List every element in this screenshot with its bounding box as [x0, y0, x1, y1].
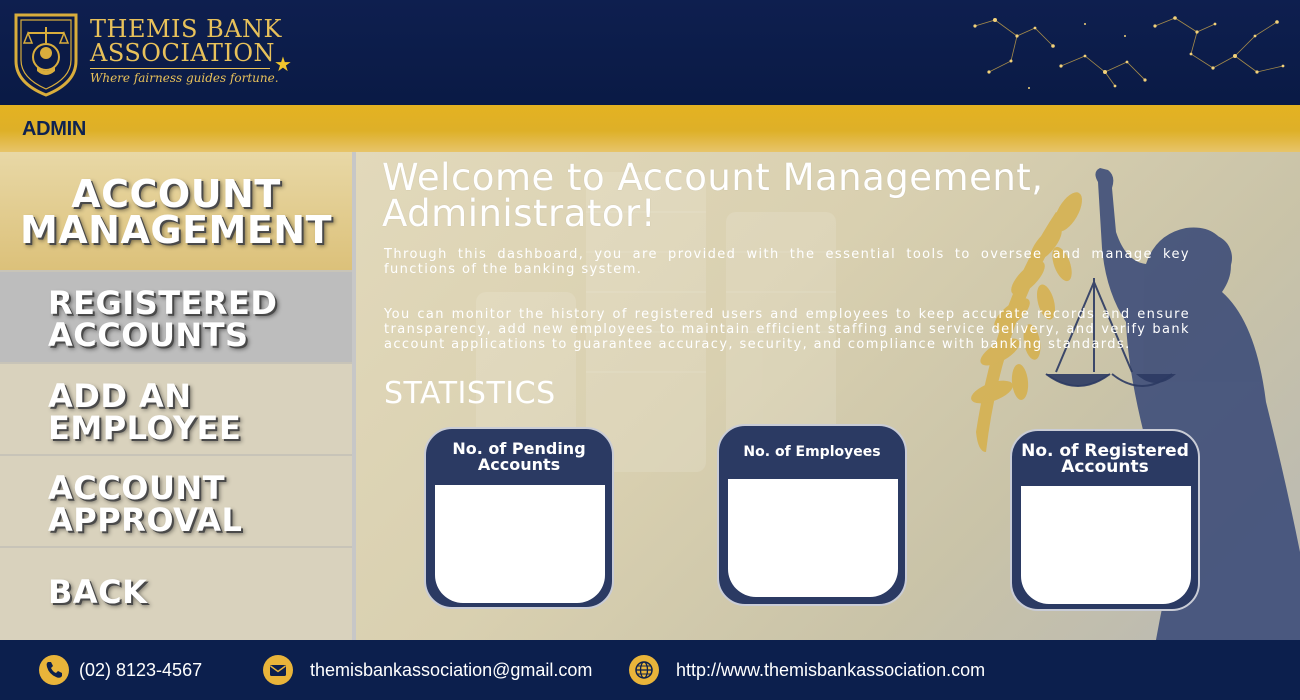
intro-paragraph: Through this dashboard, you are provided… [384, 247, 1190, 277]
main-content: Welcome to Account Management, Administr… [356, 152, 1300, 640]
constellation-icon [973, 16, 1285, 89]
stat-card-title: No. of Pending Accounts [452, 439, 586, 474]
sidebar-item-label: ACCOUNT MANAGEMENT [19, 172, 333, 252]
sidebar-item-back[interactable]: BACK [0, 548, 352, 640]
sidebar-item-registered-accounts[interactable]: REGISTERED ACCOUNTS [0, 272, 352, 364]
intro-paragraph: You can monitor the history of registere… [384, 307, 1190, 352]
stat-card-value [728, 479, 898, 597]
stat-card-pending-accounts: No. of Pending Accounts [424, 427, 614, 609]
header: THEMIS BANK ASSOCIATION Where fairness g… [0, 0, 1300, 105]
sidebar-item-add-employee[interactable]: ADD AN EMPLOYEE [0, 364, 352, 456]
footer: (02) 8123-4567 themisbankassociation@gma… [0, 640, 1300, 700]
globe-icon [629, 655, 659, 685]
sidebar: ACCOUNT MANAGEMENT REGISTERED ACCOUNTS A… [0, 152, 352, 640]
page-title: Welcome to Account Management, Administr… [382, 156, 1044, 235]
stat-card-value [435, 485, 605, 603]
phone-icon [39, 655, 69, 685]
contact-email[interactable]: themisbankassociation@gmail.com [310, 660, 592, 680]
mail-icon [263, 655, 293, 685]
sidebar-item-account-management[interactable]: ACCOUNT MANAGEMENT [0, 152, 352, 272]
role-label: ADMIN [22, 118, 87, 140]
stat-card-employees: No. of Employees [717, 424, 907, 606]
contact-phone: (02) 8123-4567 [79, 660, 203, 680]
brand-divider [90, 68, 270, 69]
sidebar-item-label: REGISTERED ACCOUNTS [48, 284, 278, 354]
stat-card-registered-accounts: No. of Registered Accounts [1010, 429, 1200, 611]
sidebar-item-label: ACCOUNT APPROVAL [48, 469, 243, 539]
stat-card-title: No. of Registered Accounts [1021, 441, 1189, 477]
sidebar-item-label: BACK [48, 573, 148, 611]
section-heading: STATISTICS [384, 376, 556, 411]
star-icon: ★ [274, 52, 292, 76]
stat-card-title: No. of Employees [743, 444, 881, 460]
brand-tagline: Where fairness guides fortune. [90, 71, 279, 85]
sidebar-item-account-approval[interactable]: ACCOUNT APPROVAL [0, 456, 352, 548]
brand-name-line2: ASSOCIATION [90, 39, 275, 67]
justice-badge-icon [14, 13, 78, 97]
contact-website[interactable]: http://www.themisbankassociation.com [676, 660, 985, 680]
sidebar-item-label: ADD AN EMPLOYEE [48, 377, 242, 447]
stat-card-value [1021, 486, 1191, 604]
role-bar: ADMIN [0, 105, 1300, 152]
